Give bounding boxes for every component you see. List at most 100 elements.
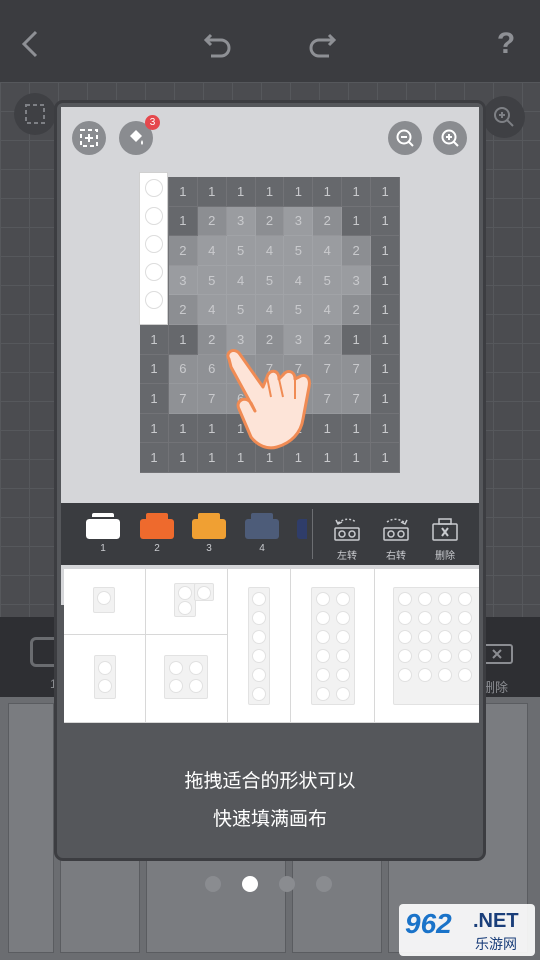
grid-cell[interactable]: 1 [168, 177, 198, 207]
select-area-icon[interactable] [72, 121, 106, 155]
shape-2x6[interactable] [291, 569, 375, 723]
swatch-number: 3 [206, 543, 212, 554]
grid-cell[interactable]: 1 [342, 206, 372, 237]
brick-stud [398, 649, 412, 663]
grid-cell[interactable]: 1 [140, 325, 169, 355]
grid-cell[interactable]: 1 [255, 177, 285, 207]
grid-cell[interactable]: 4 [197, 236, 227, 266]
grid-cell[interactable]: 4 [313, 295, 343, 325]
grid-cell[interactable]: 1 [140, 443, 169, 473]
grid-cell[interactable]: 5 [197, 265, 227, 296]
grid-cell[interactable]: 4 [226, 265, 256, 296]
shape-2x2[interactable] [146, 635, 228, 723]
brick-stud [252, 592, 266, 606]
grid-cell[interactable]: 3 [342, 265, 372, 296]
grid-cell[interactable]: 4 [255, 236, 285, 266]
grid-cell[interactable]: 1 [371, 413, 400, 444]
palette-swatch-3[interactable]: 3 [189, 513, 229, 554]
rotate-left-icon [334, 518, 360, 541]
grid-cell[interactable]: 2 [197, 206, 227, 237]
grid-cell[interactable]: 5 [313, 265, 343, 296]
background-zoom-in-icon[interactable] [483, 96, 525, 138]
grid-cell[interactable]: 2 [313, 206, 343, 237]
redo-icon[interactable] [302, 22, 342, 66]
background-select-icon[interactable] [14, 93, 56, 135]
grid-cell[interactable]: 1 [371, 295, 400, 325]
grid-cell[interactable]: 3 [284, 206, 314, 237]
brick-stud [145, 235, 163, 253]
shape-1x6[interactable] [228, 569, 291, 723]
placed-white-brick[interactable] [139, 172, 168, 325]
back-arrow-icon[interactable] [10, 22, 50, 66]
grid-cell[interactable]: 7 [342, 354, 372, 385]
grid-cell[interactable]: 5 [284, 236, 314, 266]
page-dot[interactable] [242, 876, 258, 892]
grid-cell[interactable]: 1 [371, 236, 400, 266]
palette-swatch-1[interactable]: 1 [83, 513, 123, 554]
zoom-in-icon[interactable] [433, 121, 467, 155]
page-dot[interactable] [205, 876, 221, 892]
grid-cell[interactable]: 5 [226, 295, 256, 325]
brick-shape [174, 583, 196, 617]
rotate-right-button[interactable]: 右转 [376, 515, 416, 562]
grid-cell[interactable]: 1 [371, 177, 400, 207]
palette-swatch-2[interactable]: 2 [137, 513, 177, 554]
grid-cell[interactable]: 2 [255, 206, 285, 237]
grid-cell[interactable]: 1 [168, 206, 198, 237]
grid-cell[interactable]: 5 [226, 236, 256, 266]
brick-stud [458, 649, 472, 663]
grid-cell[interactable]: 1 [342, 177, 372, 207]
grid-cell[interactable]: 1 [140, 384, 169, 414]
grid-cell[interactable]: 1 [342, 443, 372, 473]
grid-cell[interactable]: 1 [371, 206, 400, 237]
grid-cell[interactable]: 4 [284, 265, 314, 296]
grid-cell[interactable]: 5 [284, 295, 314, 325]
grid-cell[interactable]: 1 [371, 384, 400, 414]
zoom-out-icon[interactable] [388, 121, 422, 155]
shape-4x6[interactable] [375, 569, 479, 723]
grid-cell[interactable]: 1 [197, 177, 227, 207]
grid-cell[interactable]: 2 [168, 236, 198, 266]
undo-icon[interactable] [198, 22, 238, 66]
grid-cell[interactable]: 1 [140, 413, 169, 444]
grid-cell[interactable]: 4 [197, 295, 227, 325]
shape-1x1[interactable] [64, 569, 146, 635]
grid-cell[interactable]: 1 [371, 265, 400, 296]
grid-cell[interactable]: 1 [342, 413, 372, 444]
grid-cell[interactable]: 1 [168, 325, 198, 355]
grid-cell[interactable]: 1 [313, 177, 343, 207]
grid-cell[interactable]: 4 [313, 236, 343, 266]
grid-cell[interactable]: 2 [168, 295, 198, 325]
grid-cell[interactable]: 1 [168, 443, 198, 473]
brick-stud [336, 611, 350, 625]
grid-cell[interactable]: 1 [140, 354, 169, 385]
grid-cell[interactable]: 1 [342, 325, 372, 355]
grid-cell[interactable]: 7 [342, 384, 372, 414]
grid-cell[interactable]: 1 [371, 354, 400, 385]
grid-cell[interactable]: 1 [284, 177, 314, 207]
palette-swatch-4[interactable]: 4 [242, 513, 282, 554]
help-icon[interactable]: ? [486, 22, 526, 66]
shape-corner[interactable] [146, 569, 228, 635]
rotate-left-button[interactable]: 左转 [327, 515, 367, 562]
grid-cell[interactable]: 1 [371, 443, 400, 473]
grid-cell[interactable]: 5 [255, 265, 285, 296]
grid-cell[interactable]: 1 [226, 177, 256, 207]
grid-cell[interactable]: 1 [168, 413, 198, 444]
grid-cell[interactable]: 2 [342, 295, 372, 325]
grid-cell[interactable]: 2 [342, 236, 372, 266]
grid-cell[interactable]: 3 [226, 206, 256, 237]
page-dot[interactable] [279, 876, 295, 892]
fill-bucket-icon[interactable]: 3 [119, 115, 160, 155]
grid-cell[interactable]: 6 [168, 354, 198, 385]
rotate-right-icon [383, 518, 409, 541]
brick-stud [252, 630, 266, 644]
grid-cell[interactable]: 7 [168, 384, 198, 414]
grid-cell[interactable]: 4 [255, 295, 285, 325]
palette-swatch-partial[interactable] [297, 513, 307, 539]
grid-cell[interactable]: 3 [168, 265, 198, 296]
page-dot[interactable] [316, 876, 332, 892]
delete-button[interactable]: 删除 [425, 515, 465, 562]
grid-cell[interactable]: 1 [371, 325, 400, 355]
shape-1x2[interactable] [64, 635, 146, 723]
